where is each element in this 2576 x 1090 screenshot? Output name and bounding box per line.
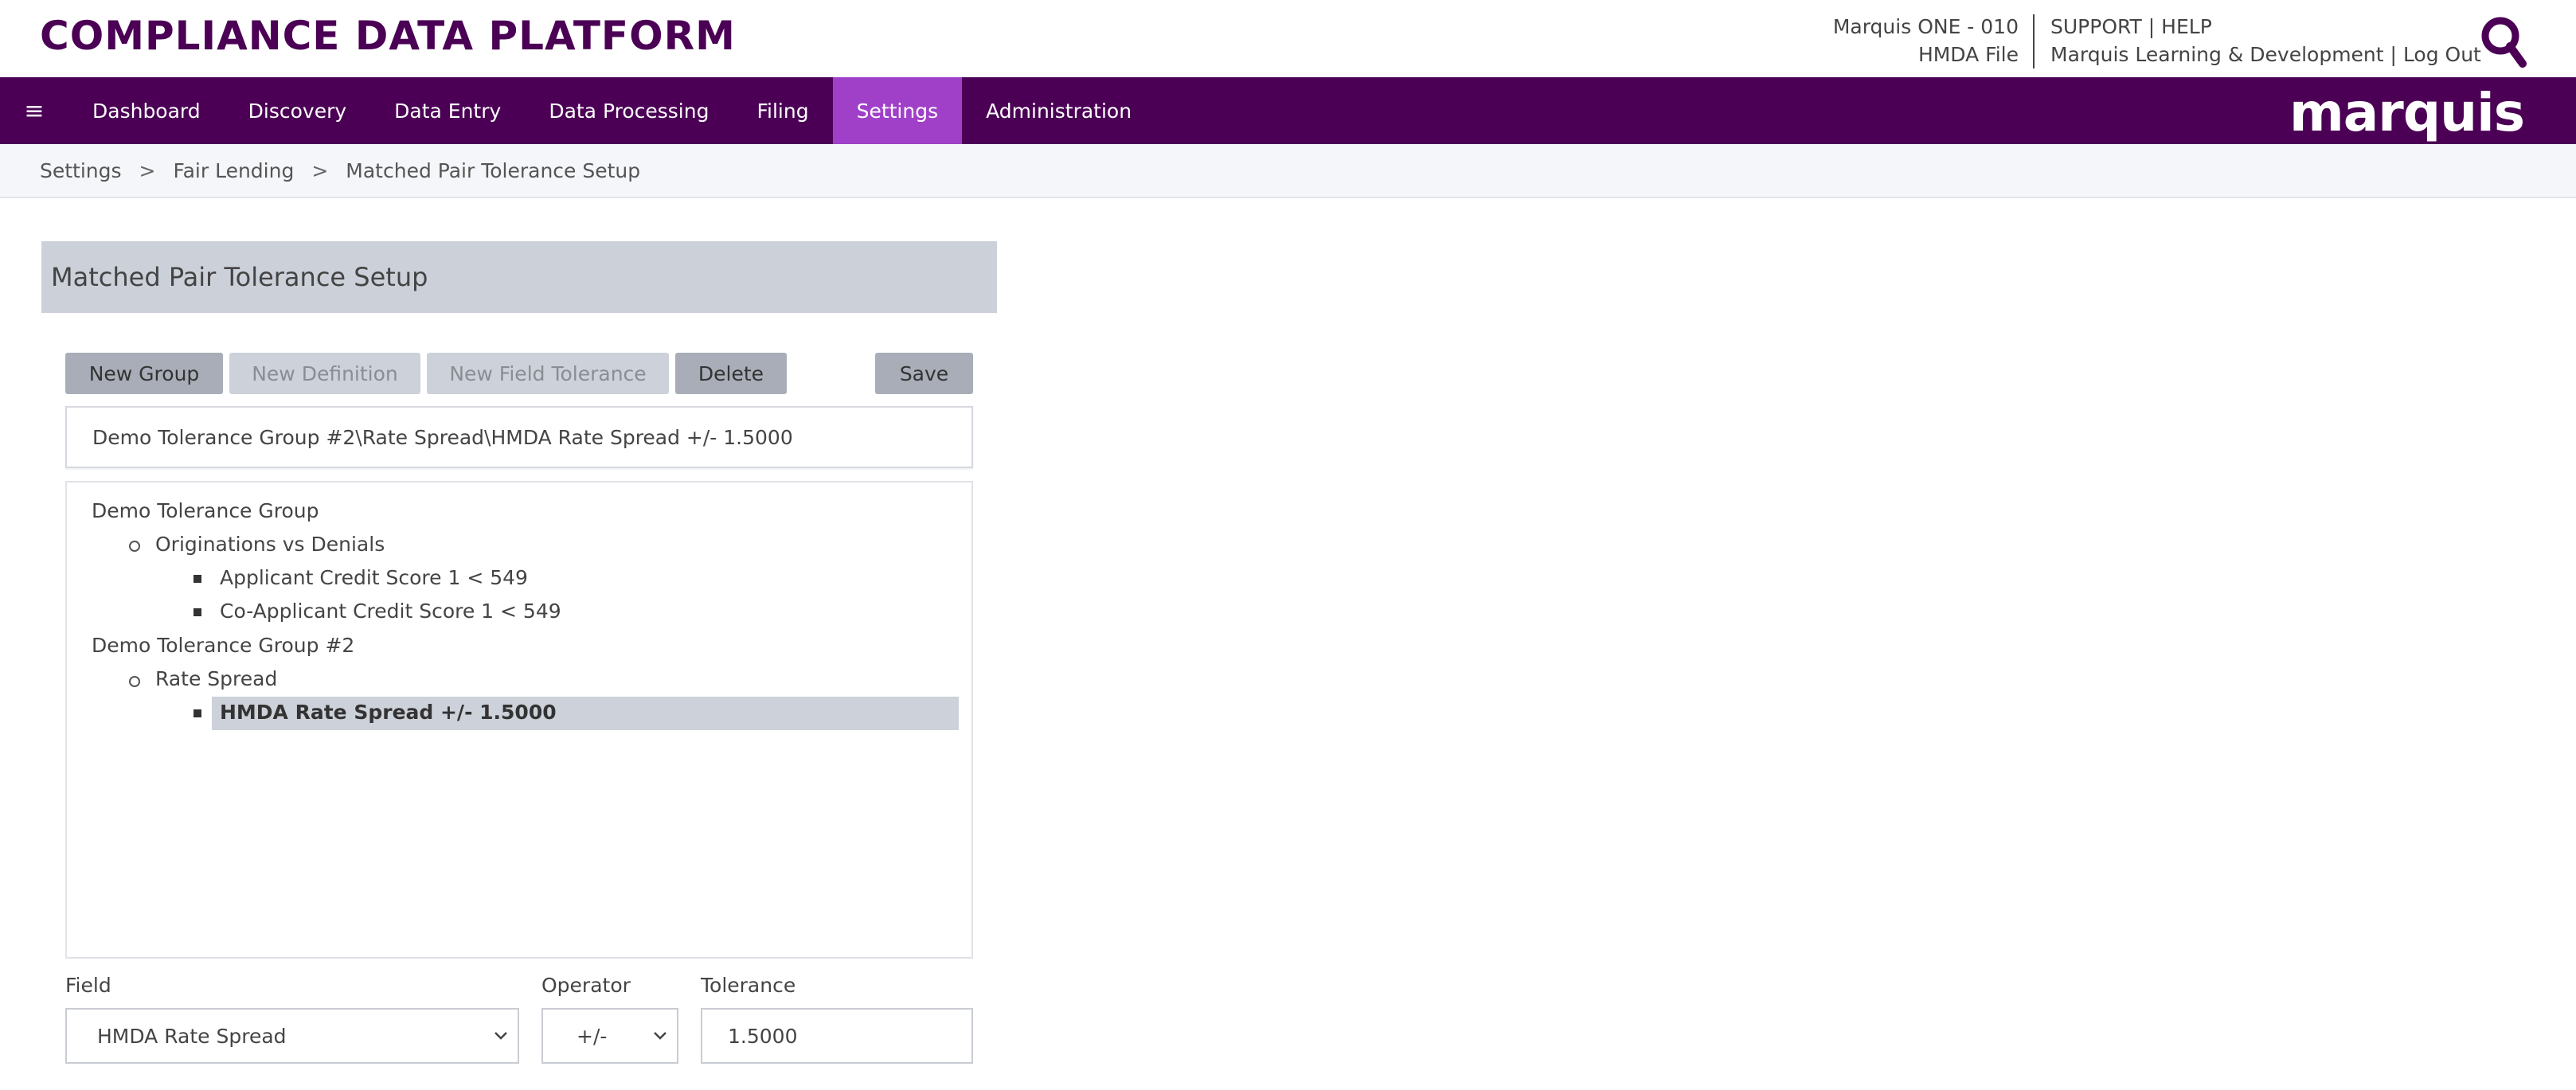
circle-bullet-icon <box>129 676 140 687</box>
nav-filing[interactable]: Filing <box>733 77 832 144</box>
tree-definition-originations-vs-denials[interactable]: Originations vs Denials <box>155 533 385 556</box>
field-label: Field <box>65 974 111 997</box>
tree-field-applicant-credit-score[interactable]: Applicant Credit Score 1 < 549 <box>220 566 528 589</box>
field-select-value: HMDA Rate Spread <box>97 1024 287 1048</box>
nav-data-processing[interactable]: Data Processing <box>525 77 733 144</box>
tree-field-hmda-rate-spread[interactable]: HMDA Rate Spread +/- 1.5000 <box>220 701 557 724</box>
breadcrumb-settings[interactable]: Settings <box>40 159 122 182</box>
main-nav: ≡ Dashboard Discovery Data Entry Data Pr… <box>0 77 2576 144</box>
operator-label: Operator <box>541 974 631 997</box>
new-group-button[interactable]: New Group <box>65 353 223 394</box>
circle-bullet-icon <box>129 541 140 552</box>
tree-group-demo-tolerance-group-2[interactable]: Demo Tolerance Group #2 <box>92 634 354 657</box>
logout-link[interactable]: Log Out <box>2403 43 2481 66</box>
operator-select-value: +/- <box>577 1024 608 1048</box>
tree-group-demo-tolerance-group[interactable]: Demo Tolerance Group <box>92 499 319 522</box>
tree-definition-rate-spread[interactable]: Rate Spread <box>155 667 277 690</box>
square-bullet-icon <box>193 608 201 616</box>
support-link[interactable]: SUPPORT <box>2050 15 2142 38</box>
help-link[interactable]: HELP <box>2161 15 2212 38</box>
square-bullet-icon <box>193 709 201 717</box>
tolerance-input[interactable]: 1.5000 <box>701 1008 973 1064</box>
tree-field-co-applicant-credit-score[interactable]: Co-Applicant Credit Score 1 < 549 <box>220 600 561 623</box>
operator-select[interactable]: +/- <box>541 1008 678 1064</box>
file-name[interactable]: HMDA File <box>1833 41 2019 68</box>
nav-dashboard[interactable]: Dashboard <box>68 77 225 144</box>
field-select[interactable]: HMDA Rate Spread <box>65 1008 519 1064</box>
delete-button[interactable]: Delete <box>675 353 787 394</box>
new-field-tolerance-button[interactable]: New Field Tolerance <box>427 353 669 394</box>
user-name: Marquis Learning & Development <box>2050 43 2384 66</box>
tolerance-input-value: 1.5000 <box>728 1024 798 1048</box>
header-divider <box>2033 14 2035 68</box>
account-name: Marquis ONE - 010 <box>1832 15 2019 38</box>
square-bullet-icon <box>193 575 201 583</box>
breadcrumb-current: Matched Pair Tolerance Setup <box>346 158 641 182</box>
save-button[interactable]: Save <box>875 353 973 394</box>
new-definition-button[interactable]: New Definition <box>229 353 420 394</box>
breadcrumb-fair-lending[interactable]: Fair Lending <box>174 159 295 182</box>
tolerance-label: Tolerance <box>701 974 796 997</box>
page-title: Matched Pair Tolerance Setup <box>41 241 997 313</box>
header-links: SUPPORT | HELP Marquis Learning & Develo… <box>2050 15 2481 66</box>
app-header: COMPLIANCE DATA PLATFORM Marquis ONE - 0… <box>0 0 2576 77</box>
nav-administration[interactable]: Administration <box>962 77 1155 144</box>
nav-data-entry[interactable]: Data Entry <box>370 77 525 144</box>
chevron-down-icon <box>654 1032 666 1040</box>
app-title: COMPLIANCE DATA PLATFORM <box>40 13 736 59</box>
menu-icon[interactable]: ≡ <box>0 77 68 144</box>
search-icon[interactable] <box>2478 14 2527 70</box>
selected-path: Demo Tolerance Group #2\Rate Spread\HMDA… <box>65 406 973 468</box>
nav-settings[interactable]: Settings <box>832 77 963 144</box>
account-info: Marquis ONE - 010 HMDA File <box>1833 13 2019 68</box>
chevron-down-icon <box>494 1032 507 1040</box>
nav-discovery[interactable]: Discovery <box>225 77 371 144</box>
marquis-logo: marquis <box>2289 82 2525 143</box>
breadcrumb: Settings > Fair Lending > Matched Pair T… <box>0 144 2576 198</box>
